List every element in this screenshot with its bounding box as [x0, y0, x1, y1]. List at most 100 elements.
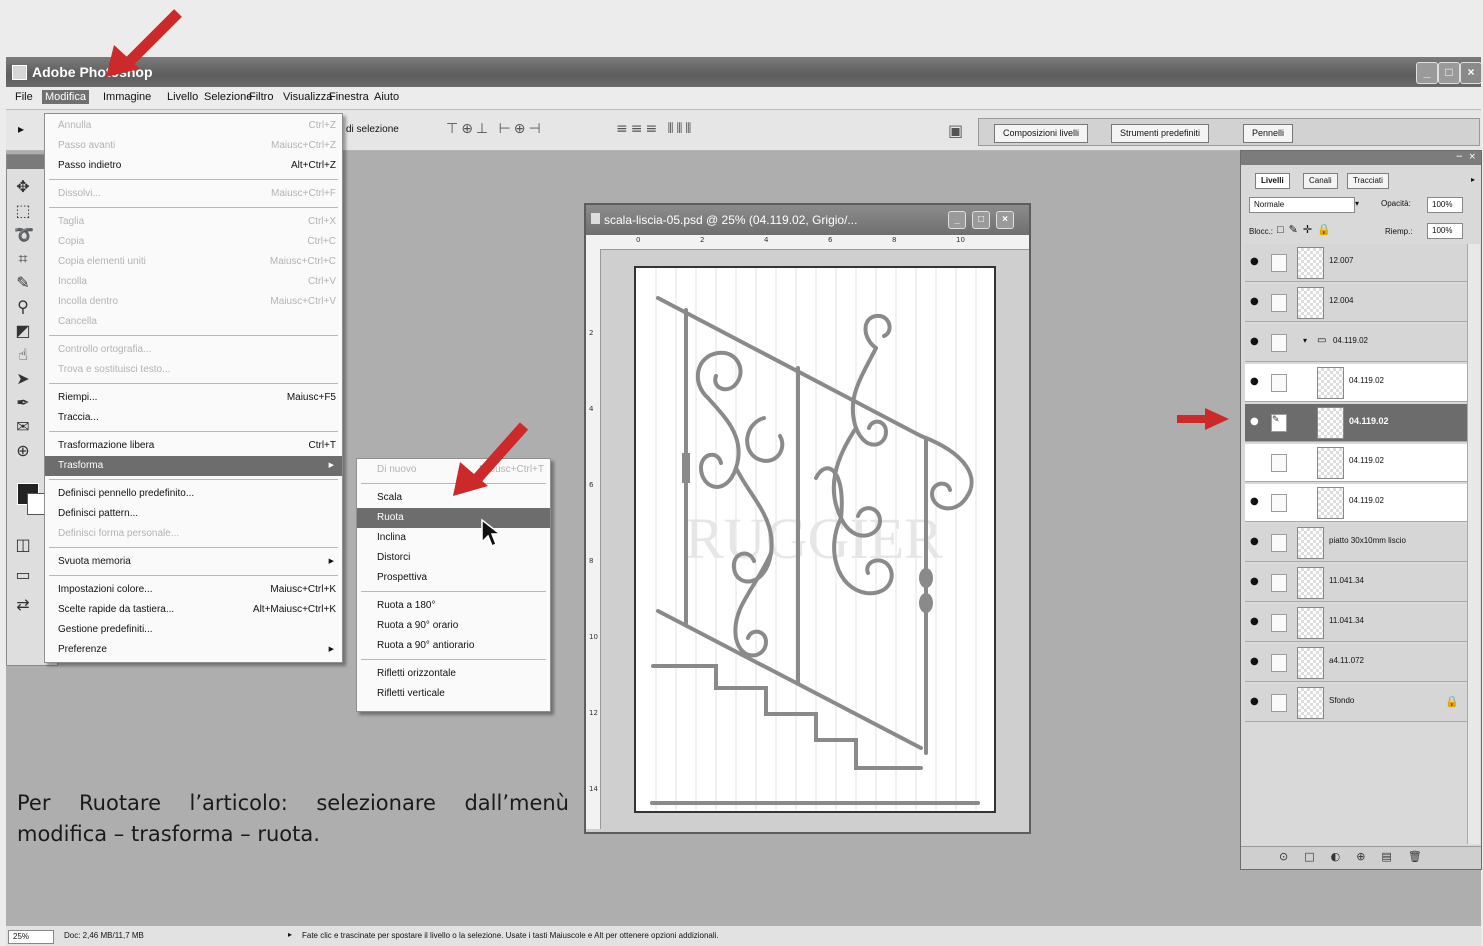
layers-tab-tracciati[interactable]: Tracciati: [1347, 173, 1389, 189]
layer-link-box[interactable]: [1271, 294, 1287, 312]
transform-item-distorci[interactable]: Distorci: [357, 548, 550, 568]
menu-item-svuota-memoria[interactable]: Svuota memoria ▶: [45, 552, 342, 572]
layers-tab-livelli[interactable]: Livelli: [1255, 173, 1290, 189]
doc-size-info[interactable]: Doc: 2,46 MB/11,7 MB: [64, 931, 144, 940]
eye-icon[interactable]: ●: [1250, 376, 1259, 387]
transform-item-rifletti-orizzontale[interactable]: Rifletti orizzontale: [357, 664, 550, 684]
layer-row[interactable]: ● 11.041.34: [1245, 564, 1467, 602]
menu-item-gestione-predefiniti[interactable]: Gestione predefiniti...: [45, 620, 342, 640]
layer-row[interactable]: ● Sfondo 🔒: [1245, 684, 1467, 722]
distribute-icons[interactable]: ≡≡≡ ⫴⫴⫴: [616, 121, 694, 137]
eye-icon[interactable]: ●: [1250, 536, 1259, 547]
doc-minimize-button[interactable]: _: [948, 211, 966, 229]
fill-field[interactable]: 100%: [1427, 223, 1463, 239]
eye-icon[interactable]: ●: [1250, 416, 1259, 427]
menu-item-preferenze[interactable]: Preferenze ▶: [45, 640, 342, 660]
document-canvas[interactable]: RUGGIER: [634, 266, 996, 813]
menu-aiuto[interactable]: Aiuto: [371, 90, 402, 104]
menu-immagine[interactable]: Immagine: [100, 90, 154, 104]
transform-item-ruota-a-90-orario[interactable]: Ruota a 90° orario: [357, 616, 550, 636]
menu-item-definisci-pennello-predefinito[interactable]: Definisci pennello predefinito...: [45, 484, 342, 504]
move-tool-icon[interactable]: ▸: [18, 122, 24, 136]
screen-mode-icon[interactable]: ▭: [14, 565, 32, 584]
transform-item-prospettiva[interactable]: Prospettiva: [357, 568, 550, 588]
transform-item-inclina[interactable]: Inclina: [357, 528, 550, 548]
notes-tool-icon[interactable]: ✉: [14, 417, 32, 436]
move-tool-icon[interactable]: ✥: [14, 177, 32, 196]
transform-item-ruota-a-90-antiorario[interactable]: Ruota a 90° antiorario: [357, 636, 550, 656]
zoom-tool-icon[interactable]: ⊕: [14, 441, 32, 460]
crop-tool-icon[interactable]: ⌗: [14, 249, 32, 269]
eye-icon[interactable]: ●: [1250, 656, 1259, 667]
menu-item-traccia[interactable]: Traccia...: [45, 408, 342, 428]
eye-icon[interactable]: ●: [1250, 496, 1259, 507]
layer-row[interactable]: ● 12.004: [1245, 284, 1467, 322]
transform-item-ruota[interactable]: Ruota: [357, 508, 550, 528]
layers-tab-canali[interactable]: Canali: [1303, 173, 1338, 189]
marquee-tool-icon[interactable]: ⬚: [14, 201, 32, 220]
layer-action-icons[interactable]: ⊙□◐⊕▤🗑: [1279, 850, 1438, 863]
layer-row[interactable]: ● a4.11.072: [1245, 644, 1467, 682]
layer-row[interactable]: ● 04.119.02: [1245, 484, 1467, 522]
doc-maximize-button[interactable]: □: [972, 211, 990, 229]
layer-link-box[interactable]: [1271, 454, 1287, 472]
layer-row[interactable]: ● piatto 30x10mm liscio: [1245, 524, 1467, 562]
layer-row[interactable]: ● ✎ 04.119.02: [1245, 404, 1467, 442]
lock-icons[interactable]: □✎✛🔒: [1277, 223, 1336, 236]
layer-link-box[interactable]: [1271, 334, 1287, 352]
layer-row[interactable]: ● 12.007: [1245, 244, 1467, 282]
menu-item-passo-indietro[interactable]: Passo indietro Alt+Ctrl+Z: [45, 156, 342, 176]
stamp-tool-icon[interactable]: ⚲: [14, 297, 32, 316]
layer-link-box[interactable]: [1271, 534, 1287, 552]
menu-livello[interactable]: Livello: [164, 90, 201, 104]
minimize-button[interactable]: _: [1416, 62, 1438, 84]
menu-finestra[interactable]: Finestra: [326, 90, 372, 104]
pen-tool-icon[interactable]: ✒: [14, 393, 32, 412]
layer-row[interactable]: ● 04.119.02: [1245, 364, 1467, 402]
menu-item-trasforma[interactable]: Trasforma ▶: [45, 456, 342, 476]
transform-item-rifletti-verticale[interactable]: Rifletti verticale: [357, 684, 550, 704]
layer-row[interactable]: ● ▾ ▭ 04.119.02: [1245, 324, 1467, 362]
layer-row[interactable]: 04.119.02: [1245, 444, 1467, 482]
menu-item-trasformazione-libera[interactable]: Trasformazione libera Ctrl+T: [45, 436, 342, 456]
eye-icon[interactable]: ●: [1250, 336, 1259, 347]
palette-tab-1[interactable]: Composizioni livelli: [994, 124, 1089, 143]
eye-icon[interactable]: ●: [1250, 296, 1259, 307]
layer-link-box[interactable]: [1271, 574, 1287, 592]
eye-icon[interactable]: ●: [1250, 576, 1259, 587]
menu-item-scelte-rapide-da-tastiera[interactable]: Scelte rapide da tastiera... Alt+Maiusc+C…: [45, 600, 342, 620]
blend-mode-dropdown-icon[interactable]: ▾: [1355, 199, 1359, 208]
zoom-field[interactable]: 25%: [8, 930, 54, 944]
menu-file[interactable]: File: [12, 90, 36, 104]
brush-tool-icon[interactable]: ✎: [14, 273, 32, 292]
group-expand-icon[interactable]: ▾: [1303, 336, 1307, 345]
path-select-tool-icon[interactable]: ➤: [14, 369, 32, 388]
menu-modifica[interactable]: Modifica: [42, 90, 89, 104]
eye-icon[interactable]: ●: [1250, 616, 1259, 627]
quick-mask-icon[interactable]: ◫: [14, 535, 32, 554]
opacity-field[interactable]: 100%: [1427, 197, 1463, 213]
layers-scrollbar[interactable]: [1467, 244, 1480, 844]
layer-link-box[interactable]: ✎: [1271, 414, 1287, 432]
maximize-button[interactable]: □: [1438, 62, 1460, 84]
align-icons[interactable]: ⊤⊕⊥ ⊢⊕⊣: [446, 121, 544, 137]
doc-close-button[interactable]: ×: [996, 211, 1014, 229]
layer-link-box[interactable]: [1271, 254, 1287, 272]
blend-mode-select[interactable]: Normale: [1249, 197, 1355, 213]
imageready-icon[interactable]: ⇄: [14, 595, 32, 614]
close-button[interactable]: ×: [1460, 62, 1482, 84]
menu-item-impostazioni-colore[interactable]: Impostazioni colore... Maiusc+Ctrl+K: [45, 580, 342, 600]
eye-icon[interactable]: ●: [1250, 696, 1259, 707]
eraser-tool-icon[interactable]: ◩: [14, 321, 32, 340]
layer-link-box[interactable]: [1271, 494, 1287, 512]
layer-link-box[interactable]: [1271, 694, 1287, 712]
panel-minimize-icon[interactable]: −: [1455, 152, 1463, 162]
smudge-tool-icon[interactable]: ☝: [14, 345, 32, 364]
lasso-tool-icon[interactable]: ➰: [14, 225, 34, 244]
panel-close-icon[interactable]: ×: [1468, 152, 1476, 162]
menu-filtro[interactable]: Filtro: [246, 90, 276, 104]
menu-item-riempi[interactable]: Riempi... Maiusc+F5: [45, 388, 342, 408]
layer-link-box[interactable]: [1271, 374, 1287, 392]
transform-item-ruota-a-180[interactable]: Ruota a 180°: [357, 596, 550, 616]
layer-row[interactable]: ● 11.041.34: [1245, 604, 1467, 642]
